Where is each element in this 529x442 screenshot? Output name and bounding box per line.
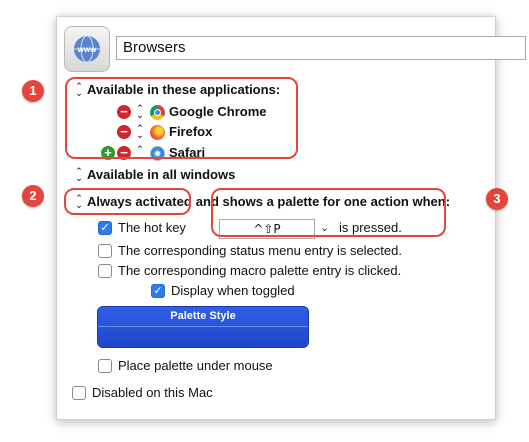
place-under-mouse-checkbox[interactable] xyxy=(98,359,112,373)
macro-group-name-field[interactable]: Browsers xyxy=(116,36,526,60)
disabled-checkbox[interactable] xyxy=(72,386,86,400)
callout-badge-2: 2 xyxy=(22,185,44,207)
callout-box-1 xyxy=(65,77,298,159)
updown-arrows-icon: ⌃ ⌄ xyxy=(75,166,83,183)
hot-key-checkbox[interactable]: ✓ xyxy=(98,221,112,235)
callout-box-3 xyxy=(211,188,446,237)
www-globe-icon: www xyxy=(74,35,100,63)
hot-key-row: ✓ The hot key xyxy=(98,220,186,236)
windows-mode-label: Available in all windows xyxy=(87,167,236,182)
status-menu-checkbox[interactable] xyxy=(98,244,112,258)
macro-palette-row: The corresponding macro palette entry is… xyxy=(98,263,401,279)
callout-badge-3: 3 xyxy=(486,188,508,210)
macro-palette-checkbox[interactable] xyxy=(98,264,112,278)
display-when-toggled-row: ✓ Display when toggled xyxy=(151,283,295,299)
display-when-toggled-checkbox[interactable]: ✓ xyxy=(151,284,165,298)
macro-group-icon[interactable]: www xyxy=(64,26,110,72)
svg-text:www: www xyxy=(77,45,97,54)
callout-box-2 xyxy=(64,188,191,215)
callout-badge-1: 1 xyxy=(22,80,44,102)
display-when-toggled-label: Display when toggled xyxy=(171,283,295,298)
disabled-label: Disabled on this Mac xyxy=(92,385,213,400)
place-under-mouse-label: Place palette under mouse xyxy=(118,358,273,373)
palette-divider xyxy=(98,326,308,327)
palette-style-label: Palette Style xyxy=(170,310,236,322)
status-menu-label: The corresponding status menu entry is s… xyxy=(118,243,402,258)
macro-palette-label: The corresponding macro palette entry is… xyxy=(118,263,402,278)
place-under-mouse-row: Place palette under mouse xyxy=(98,358,273,374)
windows-popup[interactable]: ⌃ ⌄ Available in all windows xyxy=(74,167,235,183)
status-menu-row: The corresponding status menu entry is s… xyxy=(98,243,402,259)
hot-key-label: The hot key xyxy=(118,220,186,235)
disabled-row: Disabled on this Mac xyxy=(72,385,213,401)
palette-style-button[interactable]: Palette Style xyxy=(97,306,309,348)
